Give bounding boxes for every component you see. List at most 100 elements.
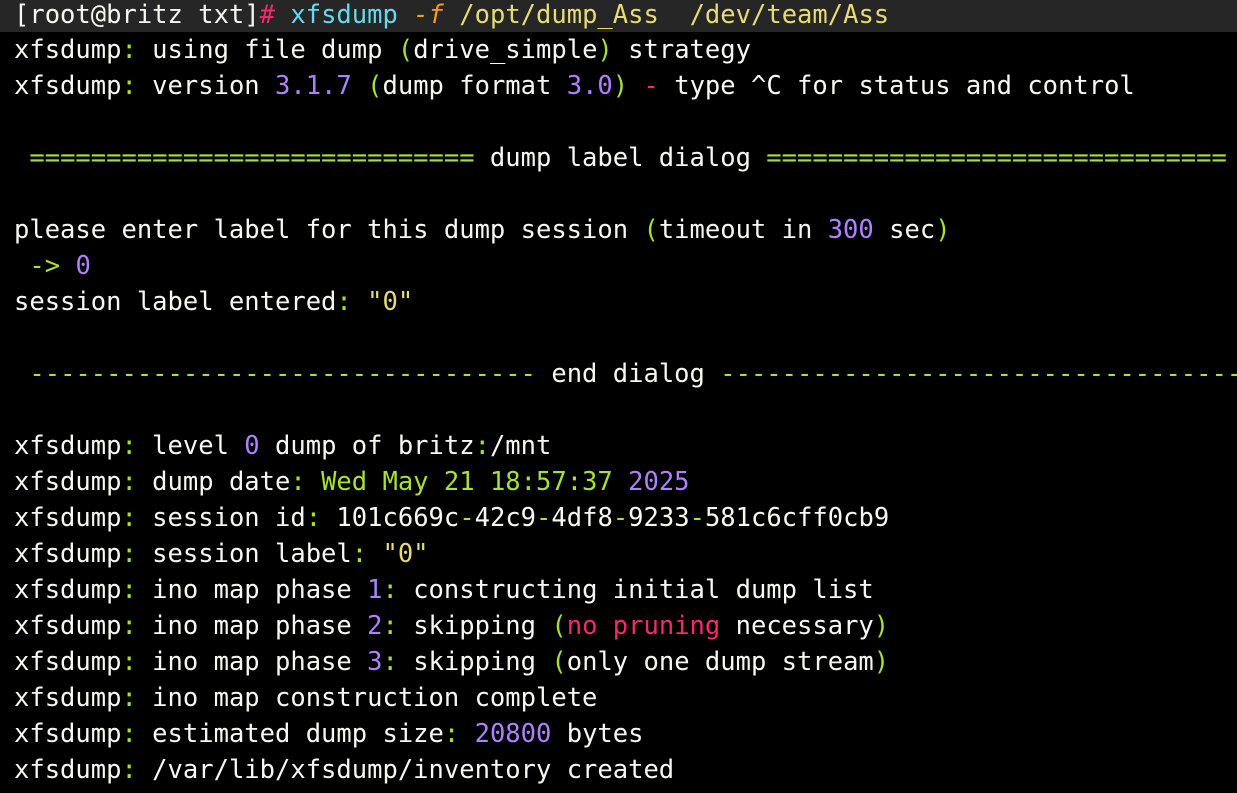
program-name: xfsdump (14, 719, 122, 749)
phase-number: 2 (367, 611, 383, 641)
paren: ( (551, 611, 567, 641)
dialog-footer: --------------------------------- end di… (14, 356, 1237, 392)
line-text: session label entered (14, 287, 337, 317)
line-text: using file dump (136, 35, 398, 65)
output-line-session-label: xfsdump: session label: "0" (14, 536, 429, 572)
session-id-part: 9233 (628, 503, 690, 533)
line-text: dump of britz (259, 431, 475, 461)
dash: - (643, 71, 659, 101)
output-line-level: xfsdump: level 0 dump of britz:/mnt (14, 428, 551, 464)
output-line-version: xfsdump: version 3.1.7 (dump format 3.0)… (14, 68, 1135, 104)
entered-label-value: "0" (351, 287, 414, 317)
line-text: version (136, 71, 275, 101)
dump-level: 0 (244, 431, 260, 461)
prompt-symbol: # (259, 0, 275, 30)
command-arg-device: /dev/team/Ass (689, 0, 890, 30)
line-text: timeout in (658, 215, 828, 245)
line-text: constructing initial dump list (397, 575, 874, 605)
dialog-rule-left: --------------------------------- (29, 359, 536, 389)
timeout-value: 300 (827, 215, 874, 245)
colon: : (121, 503, 137, 533)
colon: : (121, 719, 137, 749)
paren: ) (597, 35, 613, 65)
line-text: level (136, 431, 245, 461)
line-text: bytes (551, 719, 644, 749)
program-name: xfsdump (14, 467, 122, 497)
line-text: ino map phase (136, 647, 368, 677)
paren: ( (367, 71, 383, 101)
program-name: xfsdump (14, 575, 122, 605)
colon: : (382, 647, 398, 677)
terminal-output[interactable]: [root@britz txt]# xfsdump -f /opt/dump_A… (14, 0, 1237, 793)
session-id-part: 581c6cff0cb9 (704, 503, 890, 533)
dump-year: 2025 (628, 467, 690, 497)
colon: : (121, 683, 137, 713)
phase-number: 1 (367, 575, 383, 605)
program-name: xfsdump (14, 35, 122, 65)
line-text: ino map phase (136, 575, 368, 605)
dialog-header: ============================= dump label… (14, 140, 1227, 176)
line-text: /var/lib/xfsdump/inventory created (136, 755, 675, 785)
phase-number: 3 (367, 647, 383, 677)
output-line-phase-3: xfsdump: ino map phase 3: skipping (only… (14, 644, 889, 680)
dash: - (459, 503, 475, 533)
session-id-part: 42c9 (474, 503, 537, 533)
line-text: type ^C for status and control (658, 71, 1135, 101)
dialog-rule-left: ============================= (29, 143, 475, 173)
colon: : (121, 71, 137, 101)
colon: : (121, 647, 137, 677)
version-number: 3.1.7 (275, 71, 352, 101)
line-text: only one dump stream (566, 647, 874, 677)
colon: : (474, 431, 490, 461)
line-text: session label (136, 539, 352, 569)
line-text: dump format (382, 71, 567, 101)
colon: : (351, 539, 368, 569)
colon: : (443, 719, 460, 749)
program-name: xfsdump (14, 431, 122, 461)
colon: : (121, 755, 137, 785)
command-name: xfsdump (290, 0, 398, 30)
output-line-phase-1: xfsdump: ino map phase 1: constructing i… (14, 572, 874, 608)
colon: : (121, 467, 137, 497)
paren: ( (643, 215, 659, 245)
format-number: 3.0 (566, 71, 613, 101)
output-line-estimated-size: xfsdump: estimated dump size: 20800 byte… (14, 716, 643, 752)
output-line-entered: session label entered: "0" (14, 284, 413, 320)
dump-date: Wed May 21 18:57:37 (305, 467, 629, 497)
output-line-prompt-label: please enter label for this dump session… (14, 212, 951, 248)
paren: ) (873, 647, 890, 677)
dialog-rule-right: ============================== (766, 143, 1227, 173)
colon: : (121, 35, 137, 65)
line-text: skipping (397, 611, 552, 641)
program-name: xfsdump (14, 647, 122, 677)
program-name: xfsdump (14, 611, 122, 641)
dialog-footer-title: end dialog (536, 359, 721, 389)
program-name: xfsdump (14, 71, 122, 101)
line-text: ino map phase (136, 611, 368, 641)
mount-path: /mnt (489, 431, 552, 461)
line-text: estimated dump size (136, 719, 444, 749)
program-name: xfsdump (14, 539, 122, 569)
colon: : (305, 503, 322, 533)
paren: ) (935, 215, 951, 245)
session-id-part: 4df8 (551, 503, 613, 533)
line-text: session id (136, 503, 306, 533)
colon: : (121, 431, 137, 461)
program-name: xfsdump (14, 503, 122, 533)
command-flag: -f (413, 0, 444, 30)
line-text: strategy (612, 35, 751, 65)
colon: : (290, 467, 306, 497)
session-label-value: "0" (367, 539, 429, 569)
dash: - (689, 503, 705, 533)
line-text: dump date (136, 467, 291, 497)
colon: : (121, 611, 137, 641)
colon: : (382, 611, 398, 641)
dash: - (536, 503, 552, 533)
paren: ) (612, 71, 629, 101)
session-id-part: 101c669c (321, 503, 460, 533)
dialog-rule-right: ------------------------------------ (720, 359, 1237, 389)
strategy-name: drive_simple (413, 35, 598, 65)
colon: : (121, 539, 137, 569)
paren: ( (551, 647, 567, 677)
answer-value: 0 (75, 251, 91, 281)
